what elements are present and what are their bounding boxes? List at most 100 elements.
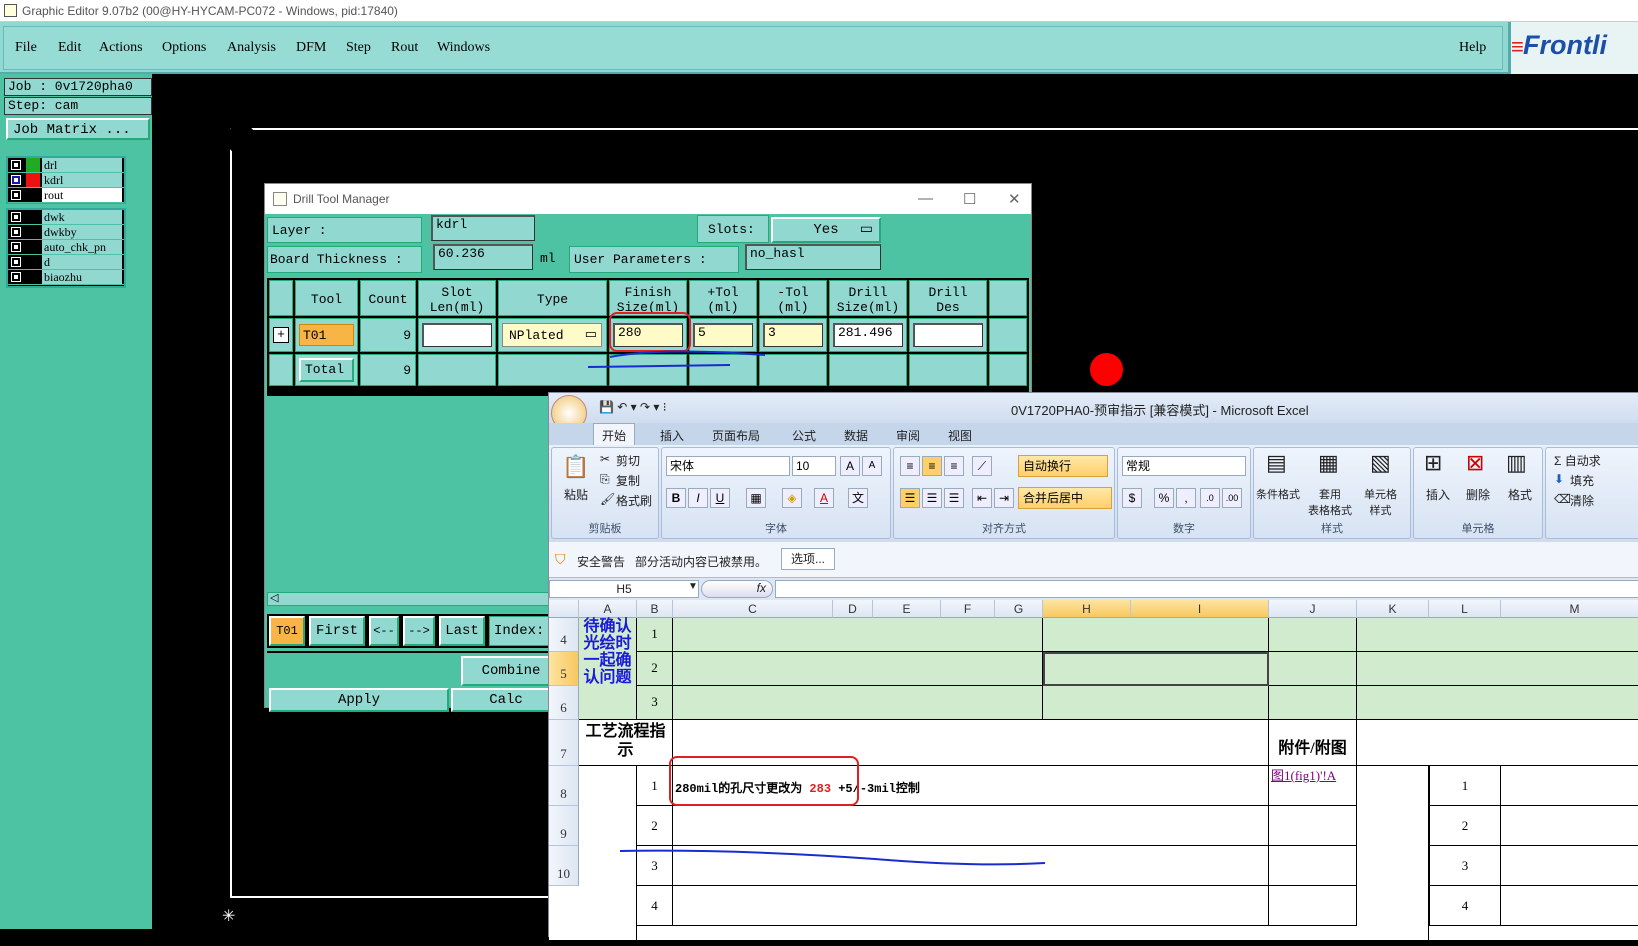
cell-b4[interactable]: 1 [637, 618, 673, 652]
layer-checkbox[interactable] [11, 272, 21, 282]
layer-checkbox[interactable] [11, 257, 21, 267]
cell-a4-note[interactable]: 待确认光绘时一起确认问题 [579, 618, 637, 720]
increase-indent-icon[interactable]: ⇥ [994, 488, 1014, 508]
col-header-l[interactable]: L [1429, 600, 1501, 618]
col-header-j[interactable]: J [1269, 600, 1357, 618]
cut-icon[interactable]: ✂ [600, 452, 610, 466]
autosum-button[interactable]: Σ 自动求 [1554, 452, 1601, 469]
drill-size-input[interactable]: 281.496 [833, 323, 903, 347]
merge-center-button[interactable]: 合并后居中 [1018, 487, 1112, 509]
col-header-f[interactable]: F [941, 600, 995, 618]
font-color-icon[interactable]: A [814, 488, 834, 508]
cell-j6[interactable] [1269, 686, 1357, 720]
layer-checkbox[interactable] [11, 175, 21, 185]
align-top-icon[interactable]: ≡ [900, 456, 920, 476]
worksheet-grid[interactable]: A B C D E F G H I J K L M 4 5 6 7 8 9 10… [549, 600, 1638, 946]
delete-button[interactable]: 删除 [1466, 486, 1490, 503]
font-size-select[interactable]: 10 [792, 456, 836, 476]
cell-m9[interactable] [1501, 806, 1638, 846]
tab-page-layout[interactable]: 页面布局 [712, 427, 760, 444]
layer-row[interactable]: dwkby [8, 225, 124, 240]
number-format-select[interactable]: 常规 [1122, 456, 1246, 476]
current-tool-button[interactable]: T01 [269, 616, 305, 646]
tab-formulas[interactable]: 公式 [792, 427, 816, 444]
layer-row[interactable]: d [8, 255, 124, 270]
col-header-e[interactable]: E [873, 600, 941, 618]
scroll-left-icon[interactable]: ◁ [270, 591, 278, 604]
layer-row[interactable]: biaozhu [8, 270, 124, 285]
tab-home[interactable]: 开始 [593, 423, 636, 445]
first-button[interactable]: First [309, 616, 365, 646]
orientation-icon[interactable]: ⟋ [972, 456, 992, 476]
col-header-a[interactable]: A [579, 600, 637, 618]
clear-button[interactable]: 清除 [1570, 492, 1594, 509]
col-header-c[interactable]: C [673, 600, 833, 618]
format-button[interactable]: 格式 [1508, 486, 1532, 503]
tab-review[interactable]: 审阅 [896, 427, 920, 444]
row-header-5[interactable]: 5 [549, 652, 579, 686]
tab-view[interactable]: 视图 [948, 427, 972, 444]
minimize-icon[interactable]: — [918, 190, 933, 207]
shrink-font-icon[interactable]: A [862, 456, 882, 476]
conditional-format-icon[interactable]: ▤ [1266, 450, 1287, 476]
cell-h4[interactable] [1043, 618, 1269, 652]
slots-dropdown[interactable]: Yes ▭ [771, 217, 881, 243]
row-header-7[interactable]: 7 [549, 720, 579, 766]
currency-icon[interactable]: $ [1122, 488, 1142, 508]
job-matrix-button[interactable]: Job Matrix ... [6, 118, 150, 140]
align-bottom-icon[interactable]: ≡ [944, 456, 964, 476]
cell-b5[interactable]: 2 [637, 652, 673, 686]
conditional-format-button[interactable]: 条件格式 [1256, 486, 1300, 502]
cell-k5[interactable] [1357, 652, 1638, 686]
menu-windows[interactable]: Windows [437, 40, 490, 56]
tab-data[interactable]: 数据 [844, 427, 868, 444]
row-expander[interactable]: + [269, 318, 293, 352]
plus-tol-input[interactable]: 5 [693, 323, 753, 347]
underline-button[interactable]: U [710, 488, 730, 508]
wrap-text-button[interactable]: 自动换行 [1018, 455, 1108, 477]
col-header-b[interactable]: B [637, 600, 673, 618]
row-header-8[interactable]: 8 [549, 766, 579, 806]
board-thickness-field[interactable]: 60.236 [433, 244, 533, 270]
cell-j11[interactable] [1269, 886, 1357, 926]
row-header-4[interactable]: 4 [549, 618, 579, 652]
insert-button[interactable]: 插入 [1426, 486, 1450, 503]
plus-icon[interactable]: + [273, 327, 289, 343]
type-dropdown[interactable]: NPlated ▭ [502, 323, 602, 347]
grow-font-icon[interactable]: A [840, 456, 860, 476]
layer-checkbox[interactable] [11, 242, 21, 252]
layer-row-kdrl[interactable]: kdrl [8, 173, 124, 188]
table-format-icon[interactable]: ▦ [1318, 450, 1339, 476]
menu-step[interactable]: Step [346, 40, 371, 56]
slot-len-input[interactable] [422, 323, 492, 347]
copy-button[interactable]: 复制 [616, 472, 640, 489]
quick-access-icons[interactable]: 💾 ↶ ▾ ↷ ▾ ⁝ [599, 400, 667, 414]
options-button[interactable]: 选项... [781, 548, 835, 570]
layer-row[interactable]: auto_chk_pn [8, 240, 124, 255]
insert-cells-icon[interactable]: ⊞ [1424, 450, 1442, 476]
formula-input[interactable] [775, 580, 1638, 598]
calc-button[interactable]: Calc [451, 688, 561, 712]
cell-j10[interactable] [1269, 846, 1357, 886]
cut-button[interactable]: 剪切 [616, 452, 640, 469]
insert-function-button[interactable]: fx [701, 580, 773, 598]
process-title-cell[interactable]: 工艺流程指示 [579, 720, 673, 766]
layer-row-drl[interactable]: drl [8, 158, 124, 173]
row-header-6[interactable]: 6 [549, 686, 579, 720]
cell-c5[interactable] [673, 652, 1043, 686]
close-icon[interactable]: ✕ [1008, 190, 1021, 208]
combine-button[interactable]: Combine [461, 656, 561, 686]
cell-styles-button[interactable]: 单元格 样式 [1364, 486, 1397, 518]
prev-button[interactable]: <-- [369, 616, 399, 646]
layer-checkbox[interactable] [11, 160, 21, 170]
align-right-icon[interactable]: ☰ [944, 488, 964, 508]
borders-icon[interactable]: ▦ [746, 488, 766, 508]
cell-h6[interactable] [1043, 686, 1269, 720]
fill-color-icon[interactable]: ◈ [782, 488, 802, 508]
delete-cells-icon[interactable]: ⊠ [1466, 450, 1484, 476]
cell-c9[interactable] [673, 806, 1269, 846]
font-name-select[interactable]: 宋体 [666, 456, 790, 476]
cell-c4[interactable] [673, 618, 1043, 652]
drill-des-input[interactable] [913, 323, 983, 347]
user-params-field[interactable]: no_hasl [745, 244, 881, 270]
